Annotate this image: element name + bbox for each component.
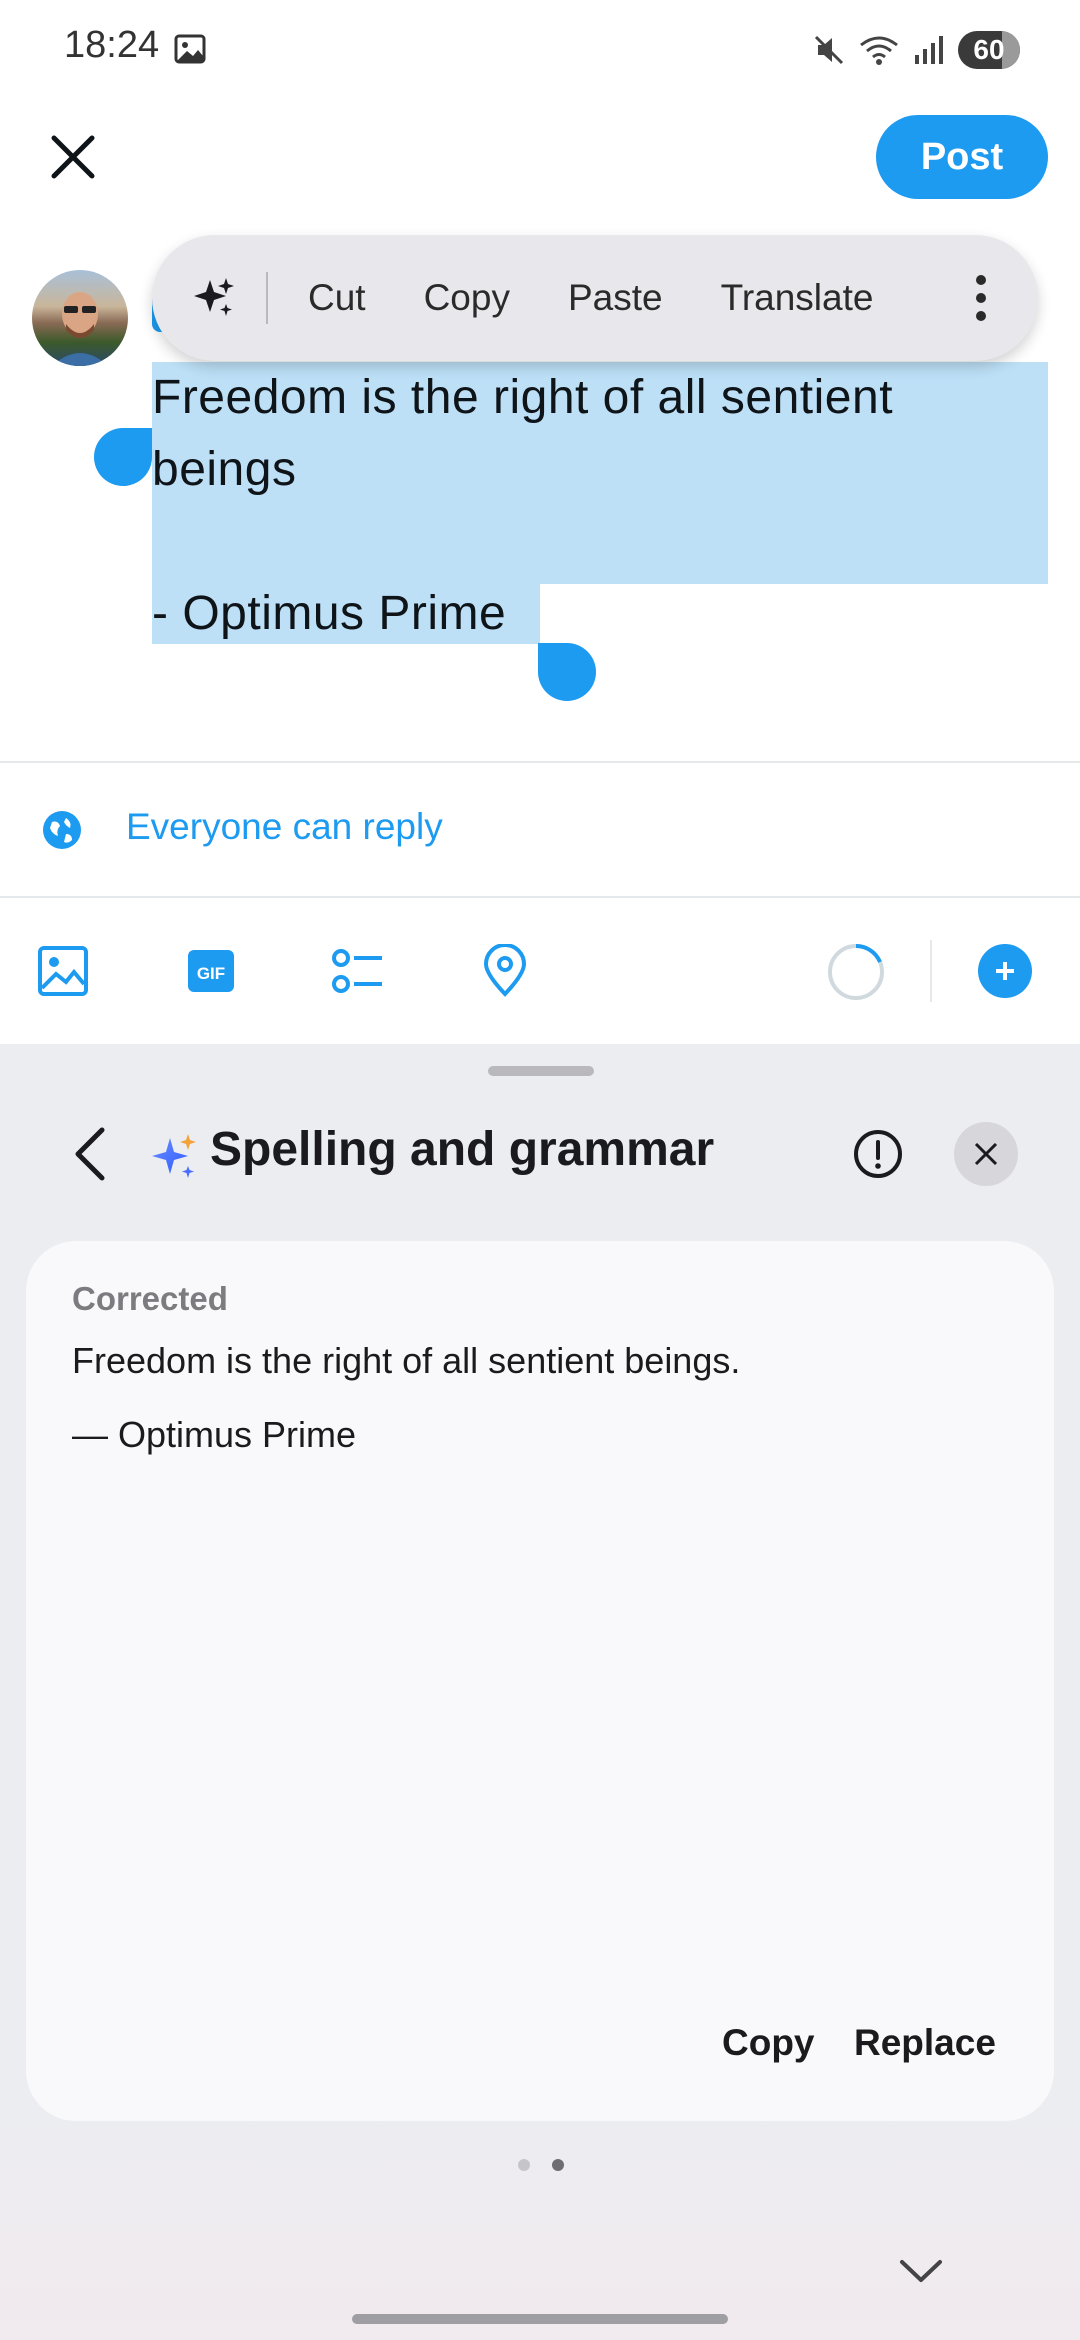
- menu-copy[interactable]: Copy: [424, 277, 510, 319]
- drag-handle[interactable]: [488, 1066, 594, 1076]
- selection-end-handle[interactable]: [538, 643, 596, 701]
- replace-button[interactable]: Replace: [854, 2022, 996, 2064]
- close-icon[interactable]: [48, 132, 98, 182]
- close-sheet-button[interactable]: [954, 1122, 1018, 1186]
- sparkle-icon: [152, 1134, 196, 1178]
- back-icon[interactable]: [68, 1126, 112, 1182]
- corrected-text: Freedom is the right of all sentient bei…: [72, 1340, 741, 1381]
- svg-text:GIF: GIF: [197, 964, 225, 983]
- ai-sparkle-icon[interactable]: [192, 276, 236, 320]
- page-indicator-dot[interactable]: [518, 2159, 530, 2171]
- globe-icon[interactable]: [42, 810, 82, 850]
- chevron-down-icon[interactable]: [898, 2256, 944, 2286]
- menu-divider: [266, 272, 268, 324]
- tweet-text-input[interactable]: Freedom is the right of all sentient bei…: [152, 362, 1052, 650]
- reply-setting[interactable]: Everyone can reply: [126, 806, 443, 848]
- close-icon: [974, 1142, 998, 1166]
- menu-cut[interactable]: Cut: [308, 277, 366, 319]
- report-icon[interactable]: [852, 1128, 904, 1180]
- menu-paste[interactable]: Paste: [568, 277, 663, 319]
- add-icon[interactable]: [978, 944, 1032, 998]
- mute-icon: [814, 35, 844, 65]
- location-icon[interactable]: [478, 944, 532, 998]
- corrected-label: Corrected: [72, 1280, 228, 1317]
- wifi-icon: [860, 36, 898, 65]
- divider: [0, 761, 1080, 763]
- more-options-icon[interactable]: [974, 275, 988, 321]
- corrected-text: — Optimus Prime: [72, 1414, 357, 1455]
- signal-icon: [915, 36, 943, 64]
- avatar-image: [52, 292, 108, 366]
- gesture-nav-bar[interactable]: [352, 2314, 728, 2324]
- progress-ring-icon: [828, 944, 884, 1000]
- status-icons: 60: [812, 28, 1020, 72]
- post-button[interactable]: Post: [876, 115, 1048, 199]
- gallery-icon: [174, 34, 206, 64]
- copy-button[interactable]: Copy: [722, 2022, 815, 2064]
- menu-translate[interactable]: Translate: [721, 277, 874, 319]
- avatar[interactable]: [32, 270, 128, 366]
- toolbar-divider: [930, 940, 932, 1002]
- selection-start-handle[interactable]: [94, 428, 152, 486]
- text-context-menu: Cut Copy Paste Translate: [152, 235, 1038, 361]
- page-indicator-dot-active[interactable]: [552, 2159, 564, 2171]
- poll-icon[interactable]: [330, 944, 384, 998]
- battery-indicator: 60: [958, 31, 1020, 69]
- sheet-bottom: [0, 2100, 1080, 2340]
- status-time: 18:24: [64, 24, 160, 66]
- sheet-title: Spelling and grammar: [210, 1123, 715, 1176]
- image-icon[interactable]: [36, 944, 90, 998]
- divider: [0, 896, 1080, 898]
- gif-icon[interactable]: GIF: [184, 944, 238, 998]
